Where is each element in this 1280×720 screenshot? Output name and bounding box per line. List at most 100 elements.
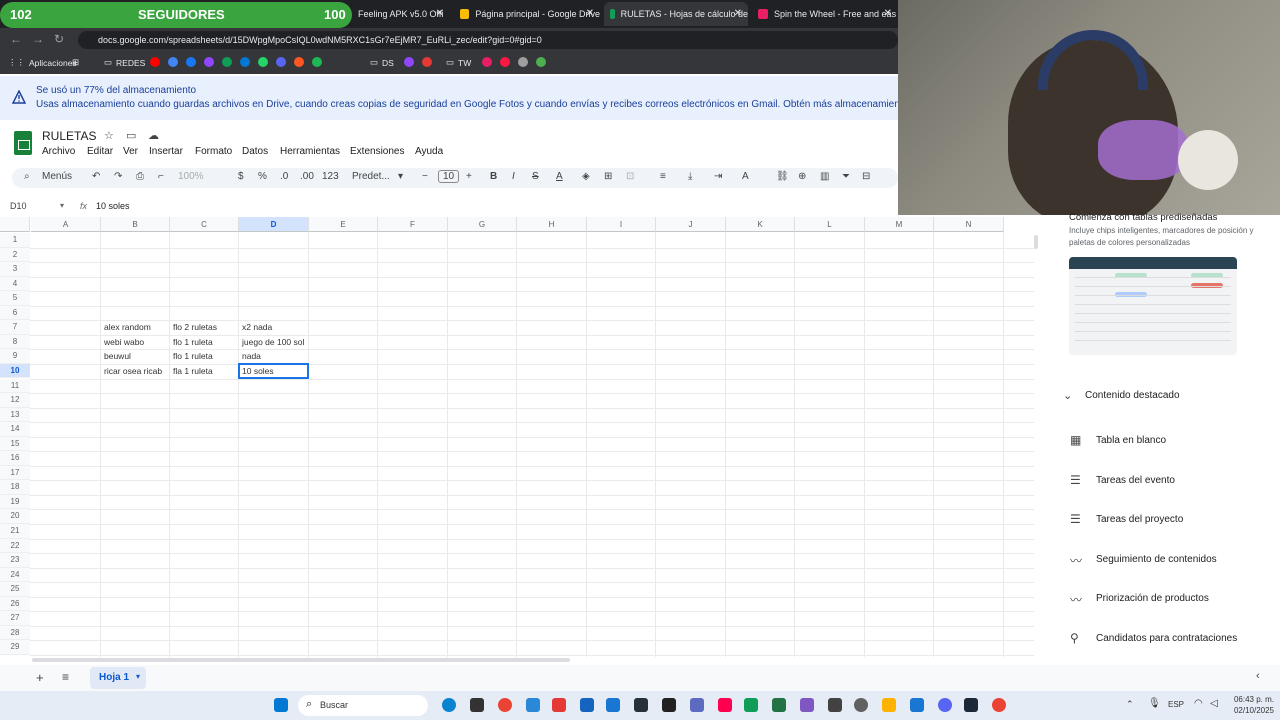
- back-icon[interactable]: ←: [10, 32, 22, 46]
- menu-insertar[interactable]: Insertar: [149, 146, 183, 157]
- cell-d7[interactable]: x2 nada: [239, 320, 309, 334]
- bookmark-icons-2[interactable]: [404, 57, 440, 67]
- chrome-icon[interactable]: [992, 698, 1006, 712]
- excel-icon[interactable]: [772, 698, 786, 712]
- row-header-18[interactable]: 18: [0, 480, 30, 495]
- vertical-align-icon[interactable]: ⤓: [688, 171, 692, 182]
- side-panel-toggle-icon[interactable]: ‹: [1256, 670, 1260, 682]
- formula-input[interactable]: 10 soles: [96, 201, 130, 211]
- text-rotation-icon[interactable]: A: [742, 171, 749, 182]
- template-priorizacion-de-productos[interactable]: 〰 Priorización de productos: [1070, 593, 1209, 607]
- row-header-14[interactable]: 14: [0, 422, 30, 437]
- number-format-button[interactable]: 123: [322, 171, 339, 182]
- filter-views-icon[interactable]: ⊟: [862, 171, 870, 182]
- row-header-15[interactable]: 15: [0, 436, 30, 452]
- row-header-26[interactable]: 26: [0, 596, 30, 612]
- app-icon[interactable]: [634, 698, 648, 712]
- menu-datos[interactable]: Datos: [242, 146, 268, 157]
- address-bar[interactable]: docs.google.com/spreadsheets/d/15DWpgMpo…: [78, 31, 898, 49]
- template-tareas-del-proyecto[interactable]: ☰ Tareas del proyecto: [1070, 512, 1183, 526]
- browser-tab-4[interactable]: Spin the Wheel - Free and eas ✕: [752, 2, 898, 26]
- menu-ver[interactable]: Ver: [123, 146, 138, 157]
- column-header-h[interactable]: H: [517, 217, 587, 232]
- sheets-logo-icon[interactable]: [14, 131, 32, 155]
- column-header-k[interactable]: K: [726, 217, 795, 232]
- mic-icon[interactable]: 🎙: [1148, 698, 1161, 709]
- cell-c7[interactable]: flo 2 ruletas: [170, 320, 239, 334]
- horizontal-align-icon[interactable]: ≡: [660, 171, 666, 182]
- clock[interactable]: 06:43 p. m. 02/10/2025: [1226, 694, 1274, 716]
- app-icon[interactable]: [800, 698, 814, 712]
- redo-icon[interactable]: ↷: [114, 171, 122, 182]
- percent-format-button[interactable]: %: [258, 171, 267, 182]
- cell-c8[interactable]: flo 1 ruleta: [170, 335, 239, 349]
- doc-title[interactable]: RULETAS: [42, 129, 96, 143]
- chrome-icon[interactable]: [498, 698, 512, 712]
- row-header-7[interactable]: 7: [0, 320, 30, 335]
- menu-formato[interactable]: Formato: [195, 146, 232, 157]
- column-header-d[interactable]: D: [239, 217, 309, 232]
- edge-icon[interactable]: [442, 698, 456, 712]
- move-folder-icon[interactable]: ▭: [126, 129, 136, 142]
- name-box[interactable]: D10: [10, 201, 27, 211]
- merge-cells-icon[interactable]: ⊡: [626, 171, 634, 182]
- zoom-select[interactable]: 100%: [178, 171, 204, 182]
- row-header-17[interactable]: 17: [0, 465, 30, 481]
- menu-extensiones[interactable]: Extensiones: [350, 146, 404, 157]
- cell-c9[interactable]: flo 1 ruleta: [170, 349, 239, 363]
- row-header-2[interactable]: 2: [0, 247, 30, 263]
- column-header-b[interactable]: B: [101, 217, 170, 232]
- column-header-m[interactable]: M: [865, 217, 934, 232]
- row-header-21[interactable]: 21: [0, 524, 30, 539]
- template-seguimiento-de-contenidos[interactable]: 〰 Seguimiento de contenidos: [1070, 554, 1217, 568]
- row-header-12[interactable]: 12: [0, 393, 30, 408]
- row-header-28[interactable]: 28: [0, 625, 30, 641]
- browser-tab-3[interactable]: RULETAS - Hojas de cálculo de ✕: [604, 2, 748, 26]
- cell-b9[interactable]: beuwul: [101, 349, 170, 363]
- browser-tab-2[interactable]: Página principal - Google Drive ✕: [454, 2, 600, 26]
- sheet-tab-active[interactable]: Hoja 1 ▾: [90, 667, 146, 689]
- template-tabla-en-blanco[interactable]: ▦ Tabla en blanco: [1070, 433, 1166, 447]
- insert-link-icon[interactable]: ⛓: [776, 171, 789, 182]
- close-icon[interactable]: ✕: [734, 8, 742, 19]
- chevron-down-icon[interactable]: ⌄: [1063, 389, 1072, 402]
- bookmark-folder-tw[interactable]: ▭ TW: [446, 57, 471, 68]
- all-sheets-icon[interactable]: ≡: [62, 670, 69, 684]
- bookmark-icons-3[interactable]: [482, 57, 554, 67]
- fill-color-icon[interactable]: ◈: [582, 171, 590, 182]
- banner-body[interactable]: Usas almacenamiento cuando guardas archi…: [36, 99, 921, 110]
- folder-icon[interactable]: [882, 698, 896, 712]
- increase-decimals-button[interactable]: .00: [300, 171, 314, 182]
- column-header-f[interactable]: F: [378, 217, 448, 232]
- column-header-l[interactable]: L: [795, 217, 865, 232]
- app-icon[interactable]: [552, 698, 566, 712]
- menu-herramientas[interactable]: Herramientas: [280, 146, 340, 157]
- vertical-scrollbar[interactable]: [1034, 235, 1038, 249]
- font-select[interactable]: Predet...: [352, 171, 390, 182]
- menus-search-label[interactable]: Menús: [42, 171, 72, 182]
- cell-b8[interactable]: webi wabo: [101, 335, 170, 349]
- text-wrap-icon[interactable]: ⇥: [714, 171, 722, 182]
- discord-icon[interactable]: [938, 698, 952, 712]
- row-header-16[interactable]: 16: [0, 451, 30, 466]
- menu-archivo[interactable]: Archivo: [42, 146, 75, 157]
- undo-icon[interactable]: ↶: [92, 171, 100, 182]
- currency-format-button[interactable]: $: [238, 171, 244, 182]
- app-icon[interactable]: [662, 698, 676, 712]
- bookmark-folder-ds[interactable]: ▭ DS: [370, 57, 394, 68]
- column-header-c[interactable]: C: [170, 217, 239, 232]
- chevron-down-icon[interactable]: ▾: [136, 672, 140, 681]
- row-header-11[interactable]: 11: [0, 378, 30, 393]
- menu-editar[interactable]: Editar: [87, 146, 113, 157]
- strikethrough-icon[interactable]: S: [532, 171, 539, 182]
- decrease-decimals-button[interactable]: .0: [280, 171, 288, 182]
- language-indicator[interactable]: ESP: [1168, 700, 1184, 709]
- italic-icon[interactable]: I: [512, 171, 515, 182]
- add-sheet-icon[interactable]: +: [36, 670, 44, 685]
- row-header-6[interactable]: 6: [0, 305, 30, 321]
- name-box-dropdown-icon[interactable]: ▾: [60, 201, 64, 210]
- text-color-icon[interactable]: A: [556, 171, 563, 182]
- column-header-g[interactable]: G: [448, 217, 517, 232]
- close-icon[interactable]: ✕: [884, 8, 892, 19]
- cell-c10[interactable]: fla 1 ruleta: [170, 364, 239, 378]
